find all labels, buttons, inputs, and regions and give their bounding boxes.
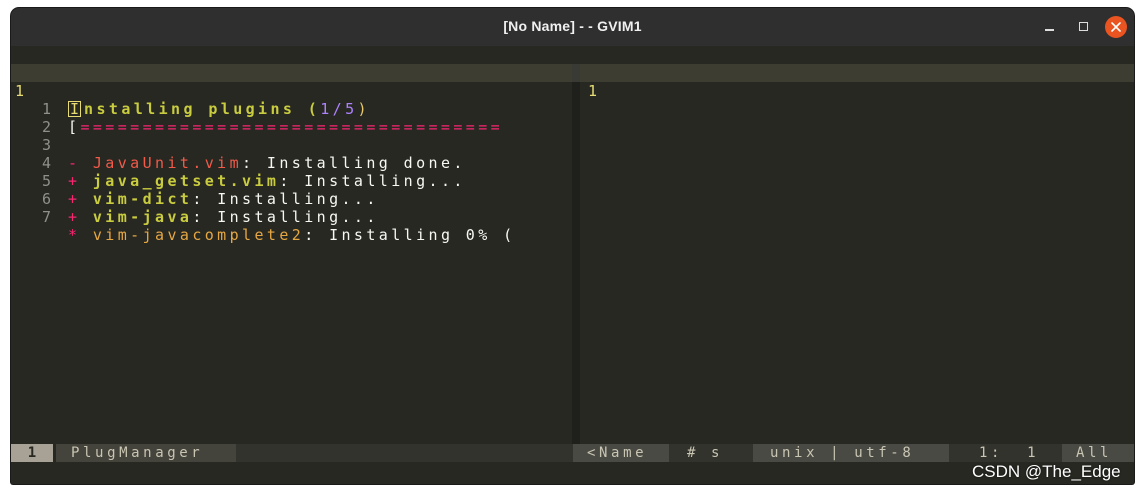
- buffer-line[interactable]: 5 + vim-dict: Installing...: [11, 154, 572, 208]
- buffer-line[interactable]: 1 Installing plugins (1/5): [11, 64, 572, 118]
- status-filetype: <Name: [573, 444, 669, 462]
- tabline: [11, 46, 1134, 64]
- plugin-status: : Installing 0% (: [304, 226, 516, 244]
- watermark: CSDN @The_Edge: [972, 462, 1121, 481]
- gvim-window: [No Name] - - GVIM1 1 Installing plugins…: [11, 8, 1134, 484]
- status-encoding: unix | utf-8: [753, 444, 949, 462]
- maximize-icon[interactable]: [1073, 16, 1095, 38]
- line-text: + vim-java: Installing...: [68, 208, 379, 226]
- status-buffer-name: PlugManager: [56, 444, 236, 462]
- status-percent: All: [1062, 444, 1134, 462]
- vertical-split-divider[interactable]: [572, 64, 580, 444]
- status-line: 1 PlugManager <Name # s unix | utf-8 1: …: [11, 444, 1134, 462]
- minimize-icon[interactable]: [1039, 16, 1061, 38]
- line-text: * vim-javacomplete2: Installing 0% (: [68, 226, 516, 244]
- buffer-line[interactable]: 7 * vim-javacomplete2: Installing 0% (: [11, 190, 572, 244]
- line-number: 7: [42, 208, 52, 226]
- title-bar[interactable]: [No Name] - - GVIM1: [11, 8, 1134, 46]
- editor-area[interactable]: 1 Installing plugins (1/5) 1 [==========…: [11, 64, 1134, 444]
- buffer-line[interactable]: 1 [==================================: [11, 82, 572, 136]
- status-hash: # s: [669, 444, 753, 462]
- status-marker: *: [68, 226, 93, 244]
- status-position: 1: 1: [949, 444, 1062, 462]
- buffer-line[interactable]: 1: [580, 64, 1134, 100]
- line-number: 1: [588, 82, 598, 100]
- buffer-line[interactable]: 6 + vim-java: Installing...: [11, 172, 572, 226]
- status-buffer-number: 1: [11, 444, 53, 462]
- empty-buffer-pane[interactable]: 1: [580, 64, 1134, 444]
- plugin-status: : Installing...: [192, 208, 379, 226]
- command-line[interactable]: [11, 462, 1134, 484]
- window-title: [No Name] - - GVIM1: [503, 18, 642, 34]
- status-fill: [236, 444, 573, 462]
- buffer-line[interactable]: 2: [11, 100, 572, 136]
- buffer-line[interactable]: 3 - JavaUnit.vim: Installing done.: [11, 118, 572, 172]
- plug-manager-pane[interactable]: 1 Installing plugins (1/5) 1 [==========…: [11, 64, 572, 444]
- plugin-name: vim-javacomplete2: [92, 226, 305, 244]
- close-icon[interactable]: [1105, 16, 1127, 38]
- buffer-line[interactable]: 4 + java_getset.vim: Installing...: [11, 136, 572, 190]
